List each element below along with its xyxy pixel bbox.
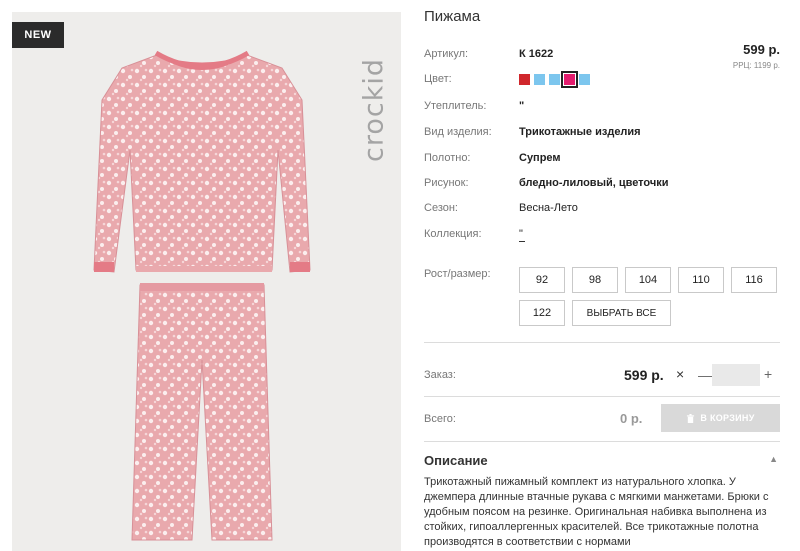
new-badge: NEW [12,22,64,48]
size-button-116[interactable]: 116 [731,267,777,293]
product-info-panel: Пижама 599 р. РРЦ: 1199 р. Артикул: К 16… [424,0,780,551]
attr-label: Артикул: [424,48,469,60]
divider [424,441,780,442]
total-value: 0 р. [620,411,643,426]
select-all-sizes-button[interactable]: ВЫБРАТЬ ВСЕ [572,300,671,326]
brand-logo-text: crockid [358,58,390,162]
attr-value: Супрем [519,152,561,164]
attr-label: Рост/размер: [424,268,491,280]
collection-underline [519,241,525,242]
attr-label: Сезон: [424,202,458,214]
attr-row-color: Цвет: [424,69,780,89]
color-swatch[interactable] [534,74,545,85]
size-button-98[interactable]: 98 [572,267,618,293]
color-swatch[interactable] [579,74,590,85]
attr-row-type: Вид изделия: Трикотажные изделия [424,122,780,142]
attr-row-article: Артикул: К 1622 [424,44,780,64]
quantity-input[interactable] [712,364,760,386]
increase-qty-button[interactable]: + [764,366,772,382]
attr-row-fabric: Полотно: Супрем [424,148,780,168]
attr-label: Вид изделия: [424,126,492,138]
add-to-cart-label: В КОРЗИНУ [700,413,755,423]
attr-label: Коллекция: [424,228,482,240]
attr-label: Цвет: [424,73,452,85]
attr-row-pattern: Рисунок: бледно-лиловый, цветочки [424,173,780,193]
attr-label: Полотно: [424,152,471,164]
product-image[interactable]: NEW crockid [12,12,401,551]
attr-value: " [519,228,523,240]
total-label: Всего: [424,413,456,425]
attr-value: Трикотажные изделия [519,126,641,138]
color-swatch[interactable] [519,74,530,85]
attr-label: Рисунок: [424,177,469,189]
size-button-110[interactable]: 110 [678,267,724,293]
trash-basket-icon [687,413,695,423]
color-swatches [519,71,590,88]
attr-row-season: Сезон: Весна-Лето [424,198,780,218]
divider [424,396,780,397]
attr-value: " [519,100,525,112]
color-swatch-selected[interactable] [561,71,578,88]
attr-row-collection: Коллекция: " [424,224,780,244]
attr-value: Весна-Лето [519,202,578,214]
attr-value: бледно-лиловый, цветочки [519,177,669,189]
collapse-caret-icon[interactable]: ▲ [769,454,778,464]
size-button-104[interactable]: 104 [625,267,671,293]
order-label: Заказ: [424,369,456,381]
size-button-92[interactable]: 92 [519,267,565,293]
pajama-illustration [93,50,311,541]
divider [424,342,780,343]
add-to-cart-button[interactable]: В КОРЗИНУ [661,404,780,432]
size-button-122[interactable]: 122 [519,300,565,326]
attr-value: К 1622 [519,48,554,60]
attr-row-insulation: Утеплитель: " [424,96,780,116]
color-swatch[interactable] [549,74,560,85]
brand-watermark: crockid [358,40,390,180]
description-title[interactable]: Описание [424,453,488,468]
multiply-icon: × [676,366,685,382]
order-price: 599 р. [624,367,664,383]
product-title: Пижама [424,8,481,25]
attr-label: Утеплитель: [424,100,487,112]
decrease-qty-button[interactable]: — [698,367,712,383]
description-text: Трикотажный пижамный комплект из натурал… [424,476,769,548]
